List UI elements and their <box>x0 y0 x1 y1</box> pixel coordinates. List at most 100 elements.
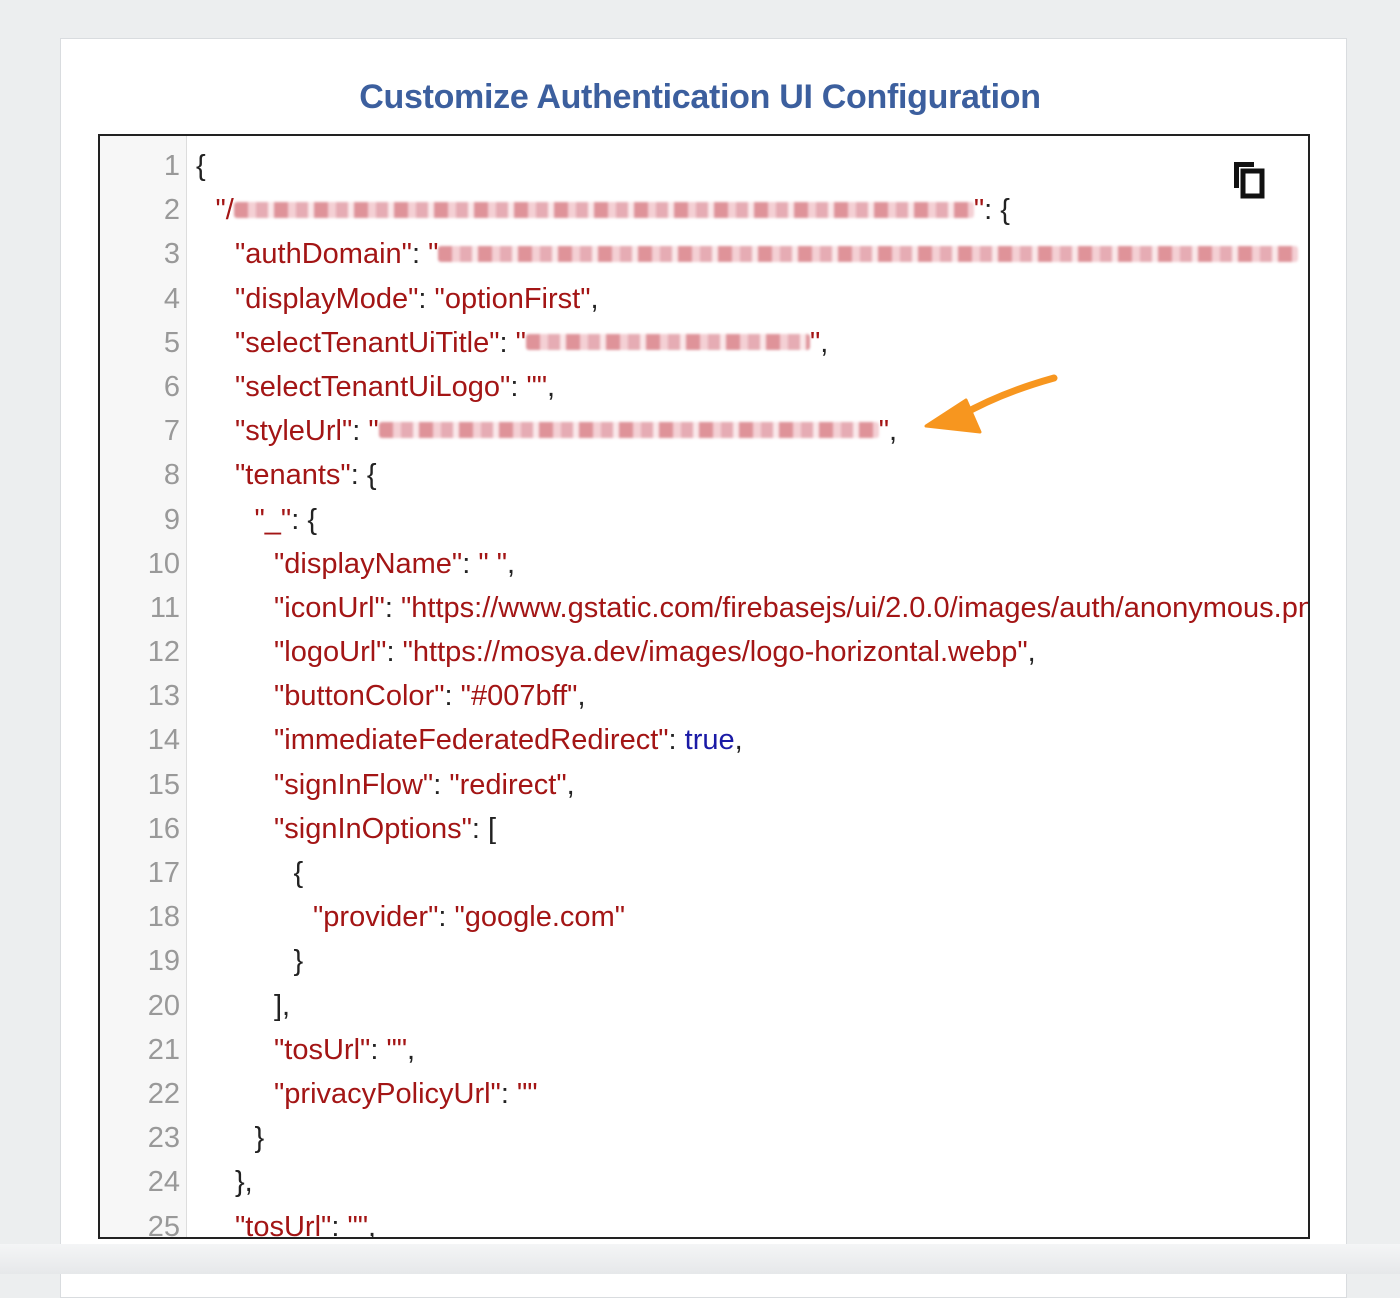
json-string: " <box>428 238 439 271</box>
json-punctuation: { <box>196 150 206 182</box>
line-number: 14 <box>147 724 180 757</box>
line-number: 3 <box>163 238 180 271</box>
json-punctuation: : <box>384 591 401 624</box>
json-punctuation: : <box>438 901 455 934</box>
json-string: "_" <box>254 503 292 536</box>
line-number: 23 <box>147 1122 180 1155</box>
line-number: 11 <box>149 591 180 624</box>
copy-icon <box>1234 162 1265 199</box>
page-title: Customize Authentication UI Configuratio… <box>359 78 1041 116</box>
json-string: "" <box>516 1077 538 1110</box>
json-punctuation: : <box>510 370 527 403</box>
line-number: 1 <box>163 150 180 182</box>
code-line: 8 "tenants": { <box>100 453 1308 497</box>
line-number: 8 <box>163 459 180 492</box>
json-code-editor[interactable]: 1{2 "/": {3 "authDomain": " 4 "displayMode":… <box>98 134 1310 1239</box>
code-line: 22 "privacyPolicyUrl": "" <box>100 1072 1308 1116</box>
json-string: "buttonColor" <box>274 680 445 713</box>
json-keyword: true <box>684 724 735 757</box>
code-line: 24}, <box>100 1160 1308 1204</box>
json-punctuation: : { <box>984 194 1010 227</box>
json-punctuation: : [ <box>471 812 497 845</box>
json-punctuation: , <box>566 768 575 801</box>
code-text: "authDomain": " <box>235 232 1299 276</box>
json-punctuation: : { <box>350 459 377 492</box>
json-string: "tosUrl" <box>274 1033 371 1066</box>
copy-button[interactable] <box>1228 158 1268 202</box>
line-number: 12 <box>147 636 180 669</box>
json-string: "authDomain" <box>235 238 412 271</box>
json-string: "selectTenantUiLogo" <box>235 370 511 403</box>
code-text: "logoUrl": "https://mosya.dev/images/log… <box>274 630 1036 674</box>
code-text: { <box>196 144 206 188</box>
code-line: 16 "signInOptions": [ <box>100 807 1308 851</box>
code-line: 4 "displayMode": "optionFirst", <box>100 277 1308 321</box>
json-string: "selectTenantUiTitle" <box>235 326 500 359</box>
code-line: 12 "logoUrl": "https://mosya.dev/images/l… <box>100 630 1308 674</box>
json-punctuation: , <box>407 1033 416 1066</box>
code-text: "/ ": { <box>216 188 1010 232</box>
line-number: 15 <box>147 768 180 801</box>
code-line: 9 "_": { <box>100 498 1308 542</box>
line-number: 21 <box>147 1033 180 1066</box>
code-line: 11 "iconUrl": "https://www.gstatic.com/fi… <box>100 586 1308 630</box>
line-number: 10 <box>147 547 180 580</box>
json-string: "immediateFederatedRedirect" <box>274 724 669 757</box>
json-punctuation: : <box>668 724 685 757</box>
code-line: 7 "styleUrl": " ", <box>100 409 1308 453</box>
code-text: "selectTenantUiLogo": "", <box>235 365 555 409</box>
code-line: 5 "selectTenantUiTitle": " ", <box>100 321 1308 365</box>
code-text: "tosUrl": "", <box>235 1205 376 1238</box>
json-punctuation: , <box>507 547 516 580</box>
json-punctuation: : <box>500 1077 517 1110</box>
json-punctuation: : <box>433 768 450 801</box>
line-number: 19 <box>147 945 180 978</box>
code-text: "privacyPolicyUrl": "" <box>274 1072 538 1116</box>
code-text: "buttonColor": "#007bff", <box>274 674 586 718</box>
line-number: 4 <box>163 282 180 315</box>
line-number: 20 <box>147 989 180 1022</box>
line-number: 5 <box>163 326 180 359</box>
json-string: " <box>515 326 526 359</box>
json-string: "signInOptions" <box>274 812 472 845</box>
json-punctuation: , <box>547 370 556 403</box>
json-string: "" <box>386 1033 408 1066</box>
code-text: }, <box>235 1160 253 1204</box>
code-line: 15 "signInFlow": "redirect", <box>100 763 1308 807</box>
json-punctuation: : <box>499 326 516 359</box>
code-line: 17 { <box>100 851 1308 895</box>
code-text: "displayMode": "optionFirst", <box>235 277 599 321</box>
code-line: 13 "buttonColor": "#007bff", <box>100 674 1308 718</box>
code-text: "displayName": " ", <box>274 542 515 586</box>
json-punctuation: : <box>418 282 435 315</box>
json-string: "displayMode" <box>235 282 419 315</box>
json-punctuation: , <box>1027 636 1036 669</box>
code-line: 23} <box>100 1116 1308 1160</box>
json-punctuation: : <box>370 1033 387 1066</box>
line-number: 24 <box>147 1166 180 1199</box>
redacted-value <box>438 245 1299 262</box>
code-text: } <box>294 939 304 983</box>
code-line: 20], <box>100 984 1308 1028</box>
json-string: " <box>973 194 985 227</box>
json-string: " <box>809 326 821 359</box>
code-text: "provider": "google.com" <box>313 895 625 939</box>
json-string: "displayName" <box>274 547 463 580</box>
json-punctuation: , <box>734 724 743 757</box>
json-string: "/ <box>215 194 234 227</box>
code-text: "tenants": { <box>235 453 377 497</box>
json-string: "tenants" <box>235 459 351 492</box>
code-text: } <box>255 1116 265 1160</box>
code-text: "selectTenantUiTitle": " ", <box>235 321 828 365</box>
code-text: "signInFlow": "redirect", <box>274 763 575 807</box>
line-number: 18 <box>147 901 180 934</box>
json-string: "https://mosya.dev/images/logo-horizonta… <box>402 636 1028 669</box>
line-number: 2 <box>163 194 180 227</box>
json-punctuation: : <box>411 238 429 271</box>
json-string: "redirect" <box>449 768 567 801</box>
code-text: ], <box>274 984 290 1028</box>
code-text: "tosUrl": "", <box>274 1028 415 1072</box>
json-punctuation: }, <box>235 1166 253 1199</box>
json-string: "google.com" <box>454 901 626 934</box>
json-punctuation: : { <box>291 503 318 536</box>
